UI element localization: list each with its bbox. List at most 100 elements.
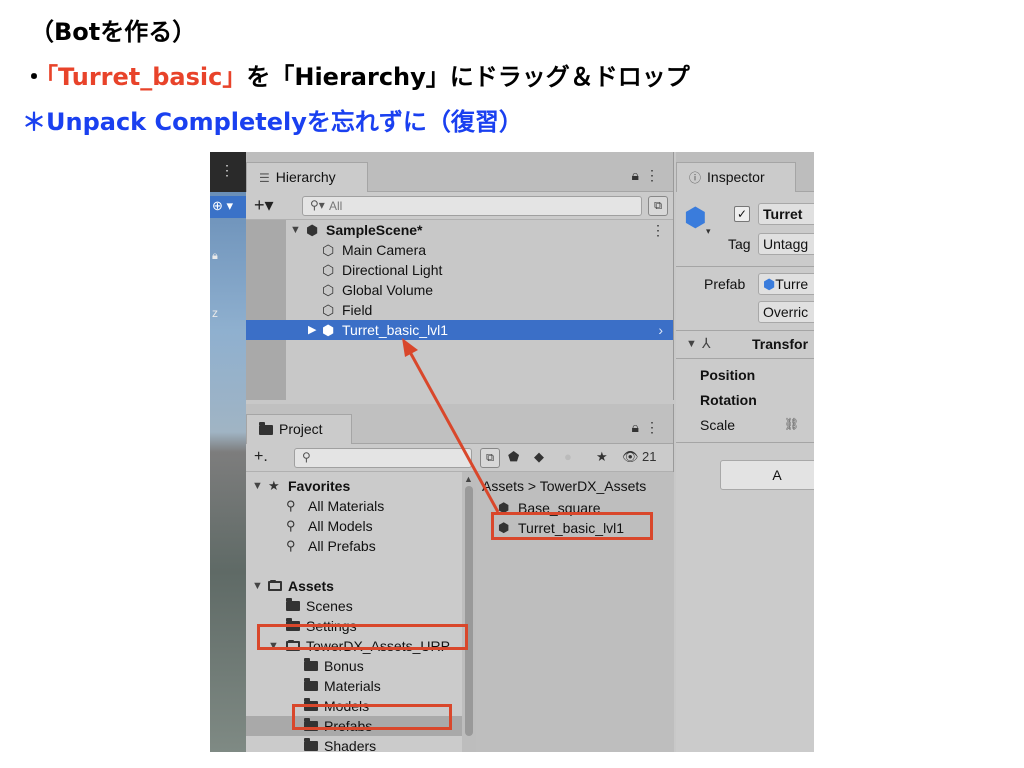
slide-title: （Botを作る） [30, 18, 197, 46]
tree-folder-settings[interactable]: Settings [246, 616, 464, 636]
inspector-tabbar: ⓘ Inspector [676, 152, 814, 192]
search-mode-button[interactable]: ⧉ [480, 448, 500, 468]
divider [676, 266, 814, 267]
prefab-cube-icon: ⬢ [322, 322, 335, 338]
tree-folder-shaders[interactable]: Shaders [246, 736, 464, 752]
tree-favorite-all-models[interactable]: ⚲ All Models [246, 516, 464, 536]
tree-folder-scenes[interactable]: Scenes [246, 596, 464, 616]
tree-folder-prefabs[interactable]: Prefabs [246, 716, 464, 736]
tag-dropdown[interactable]: Untagg [758, 233, 814, 255]
hierarchy-tabbar: ☰ Hierarchy 🔒︎⋮ [246, 152, 673, 192]
expand-triangle-icon[interactable]: ▶ [308, 320, 316, 340]
gameobject-cube-icon: ⬡ [322, 302, 335, 318]
folder-icon [304, 676, 318, 696]
prefab-cube-icon: ⬢ [498, 520, 510, 535]
axis-z-icon: z [212, 306, 218, 320]
expand-triangle-icon[interactable]: ▼ [686, 338, 697, 350]
search-icon: ⚲ [286, 538, 296, 553]
instruction-rest: を「Hierarchy」にドラッグ＆ドロップ [246, 63, 690, 91]
tab-inspector[interactable]: ⓘ Inspector [676, 162, 796, 192]
object-name-field[interactable]: Turret [758, 203, 814, 225]
chevron-down-icon[interactable]: ▾ [706, 226, 711, 237]
project-toolbar: +. ⚲ ⧉ ⬟ ◆ ● ★ 👁︎ 21 [246, 444, 673, 472]
scroll-up-icon[interactable]: ▲ [464, 474, 473, 484]
hierarchy-item-field[interactable]: ⬡ Field [246, 300, 673, 320]
hierarchy-item-main-camera[interactable]: ⬡ Main Camera [246, 240, 673, 260]
tree-favorite-all-materials[interactable]: ⚲ All Materials [246, 496, 464, 516]
gizmo-toggle[interactable]: ⊕ ▾ [210, 196, 246, 218]
search-icon: ⚲ [286, 518, 296, 533]
filter-by-label-icon[interactable]: ◆ [534, 449, 544, 465]
more-options-icon[interactable]: ⋮ [220, 162, 234, 179]
breadcrumb-assets[interactable]: Assets [482, 478, 524, 494]
tree-favorite-all-prefabs[interactable]: ⚲ All Prefabs [246, 536, 464, 556]
file-base-square[interactable]: ⬢ Base_square [498, 498, 674, 518]
project-tabbar: Project 🔒︎⋮ [246, 404, 673, 444]
hidden-packages-icon[interactable]: 👁︎ [622, 449, 639, 465]
instruction-line: ・「Turret_basic」を「Hierarchy」にドラッグ＆ドロップ [22, 62, 690, 92]
create-button[interactable]: +. [254, 447, 268, 467]
hierarchy-search-input[interactable]: ⚲▾ All [302, 196, 642, 216]
folder-icon [286, 596, 300, 616]
tree-folder-models[interactable]: Models [246, 696, 464, 716]
hierarchy-item-turret-basic-lvl1[interactable]: ▶ ⬢ Turret_basic_lvl1 › [246, 320, 673, 340]
tree-favorites[interactable]: ▼ ★ Favorites [246, 476, 464, 496]
prefab-cube-icon[interactable]: ⬢ [684, 202, 707, 233]
log-icon[interactable]: ● [564, 449, 572, 464]
chevron-right-icon[interactable]: › [658, 320, 663, 340]
tree-folder-towerdx-assets-urp[interactable]: ▼ TowerDX_Assets_URP [246, 636, 464, 656]
lock-and-menu-icons[interactable]: 🔒︎⋮ [632, 167, 665, 184]
scene-row[interactable]: ▼ ⬢ SampleScene* ⋮ [246, 220, 673, 240]
project-search-input[interactable]: ⚲ [294, 448, 472, 468]
breadcrumb: Assets > TowerDX_Assets [482, 476, 674, 496]
breadcrumb-towerdx[interactable]: TowerDX_Assets [540, 478, 647, 494]
tree-folder-materials[interactable]: Materials [246, 676, 464, 696]
list-icon: ☰ [259, 171, 270, 185]
open-folder-icon [268, 576, 282, 596]
lock-and-menu-icons[interactable]: 🔒︎⋮ [632, 419, 665, 436]
project-file-pane: Assets > TowerDX_Assets ⬢ Base_square ⬢ … [476, 472, 674, 752]
hidden-count: 21 [642, 449, 657, 464]
prefab-asset-field[interactable]: ⬢Turre [758, 273, 814, 295]
tab-project[interactable]: Project [246, 414, 352, 444]
folder-icon [304, 656, 318, 676]
prefab-cube-icon: ⬢ [498, 500, 510, 515]
unity-editor-screenshot: ⋮ ⊕ ▾ 🔒︎ z ☰ Hierarchy 🔒︎⋮ +▾ ⚲▾ All ⧉ ▼ ⬢… [210, 152, 814, 752]
unity-scene-icon: ⬢ [306, 222, 319, 238]
tree-scrollbar-thumb[interactable] [465, 486, 473, 736]
divider [676, 358, 814, 359]
gameobject-cube-icon: ⬡ [322, 282, 335, 298]
create-button[interactable]: +▾ [254, 195, 274, 215]
link-icon[interactable]: ⛓ [784, 417, 799, 431]
project-folder-tree: ▼ ★ Favorites ⚲ All Materials ⚲ All Mode… [246, 472, 464, 752]
folder-icon [304, 696, 318, 716]
search-icon: ⚲ [302, 450, 311, 464]
tree-folder-bonus[interactable]: Bonus [246, 656, 464, 676]
prefab-cube-icon: ⬢ [763, 276, 776, 292]
expand-triangle-icon[interactable]: ▼ [268, 636, 279, 656]
hierarchy-list: ▼ ⬢ SampleScene* ⋮ ⬡ Main Camera ⬡ Direc… [246, 220, 673, 400]
gameobject-cube-icon: ⬡ [322, 262, 335, 278]
search-mode-button[interactable]: ⧉ [648, 196, 668, 216]
expand-triangle-icon[interactable]: ▼ [252, 476, 263, 496]
favorite-star-icon[interactable]: ★ [596, 449, 608, 465]
transform-axes-icon: ⅄ [702, 335, 711, 351]
expand-triangle-icon[interactable]: ▼ [252, 576, 263, 596]
expand-triangle-icon[interactable]: ▼ [290, 220, 301, 240]
folder-icon [304, 716, 318, 736]
active-checkbox[interactable]: ✓ [734, 206, 750, 222]
overrides-dropdown[interactable]: Overric [758, 301, 814, 323]
add-component-button[interactable]: A [720, 460, 814, 490]
hierarchy-item-global-volume[interactable]: ⬡ Global Volume [246, 280, 673, 300]
filter-by-type-icon[interactable]: ⬟ [508, 449, 519, 465]
reminder-note: ＊Unpack Completelyを忘れずに（復習） [22, 108, 523, 136]
tab-hierarchy[interactable]: ☰ Hierarchy [246, 162, 368, 192]
scene-view-strip[interactable]: ⋮ ⊕ ▾ 🔒︎ z [210, 152, 246, 752]
scene-menu-icon[interactable]: ⋮ [651, 220, 665, 240]
file-turret-basic-lvl1[interactable]: ⬢ Turret_basic_lvl1 [498, 518, 674, 538]
tree-assets[interactable]: ▼ Assets [246, 576, 464, 596]
folder-icon [304, 736, 318, 752]
divider [676, 330, 814, 331]
hierarchy-item-directional-light[interactable]: ⬡ Directional Light [246, 260, 673, 280]
gameobject-cube-icon: ⬡ [322, 242, 335, 258]
